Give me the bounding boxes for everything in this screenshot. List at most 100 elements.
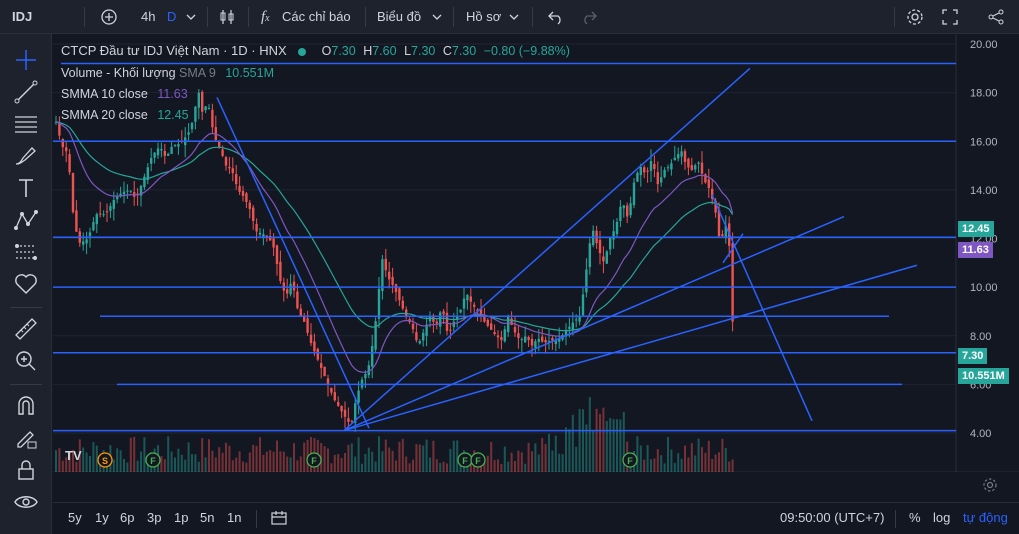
volume-bar [252, 444, 255, 472]
range-1y[interactable]: 1y [95, 503, 109, 533]
volume-bar [490, 441, 493, 472]
candle-body [551, 337, 554, 341]
candle-body [160, 148, 163, 151]
candle-body [544, 339, 547, 343]
range-1d[interactable]: 1n [227, 503, 241, 533]
volume-bar [551, 450, 554, 472]
volume-bar [656, 449, 659, 472]
zoom-in-icon[interactable] [12, 347, 40, 375]
eye-icon[interactable] [12, 488, 40, 516]
smma20-value: 12.45 [157, 108, 189, 122]
candle-body [65, 147, 68, 152]
volume-bar [439, 462, 442, 472]
brush-icon[interactable] [12, 142, 40, 170]
candle-body [75, 210, 78, 232]
candle-body [275, 245, 279, 265]
settings-gear-icon[interactable] [982, 477, 998, 493]
text-icon[interactable] [12, 174, 40, 202]
log-toggle[interactable]: log [933, 503, 950, 533]
candle-body [571, 322, 574, 330]
indicators-button[interactable]: Các chỉ báo [282, 0, 351, 34]
share-icon[interactable] [987, 8, 1005, 26]
trend-line-icon[interactable] [12, 78, 40, 106]
settings-gear-icon[interactable] [906, 8, 924, 26]
candle-body [190, 122, 194, 130]
chevron-down-icon[interactable] [509, 12, 519, 22]
pattern-icon[interactable] [12, 206, 40, 234]
volume-bar [116, 448, 119, 472]
fx-icon[interactable]: fx [261, 0, 270, 34]
legend-change: −0.80 (−9.88%) [483, 44, 570, 58]
redo-icon[interactable] [580, 9, 598, 25]
y-tick-label: 16.00 [970, 136, 998, 148]
candle-body [466, 294, 469, 301]
lock-icon[interactable] [12, 456, 40, 484]
clock-time[interactable]: 09:50:00 (UTC+7) [780, 503, 884, 533]
volume-bar [191, 454, 193, 472]
candle-body [605, 251, 608, 264]
candle-body [697, 162, 700, 164]
smma10-label: SMMA 10 close [61, 87, 148, 101]
magnet-icon[interactable] [12, 392, 40, 420]
chevron-down-icon[interactable] [186, 12, 196, 22]
candle-body [411, 323, 415, 330]
candle-body [537, 338, 540, 342]
candle-body [510, 318, 513, 326]
volume-bar [612, 419, 615, 472]
volume-bar [242, 461, 244, 472]
candles-icon[interactable] [218, 8, 236, 26]
candle-body [150, 158, 153, 164]
price-chart[interactable]: 20.0018.0016.0014.0012.0010.008.006.004.… [53, 34, 1019, 472]
range-3m[interactable]: 3p [147, 503, 161, 533]
candle-body [700, 162, 704, 174]
fullscreen-icon[interactable] [942, 9, 958, 25]
volume-bar [323, 446, 326, 472]
volume-bar [197, 461, 200, 472]
fib-retracement-icon[interactable] [12, 110, 40, 138]
forecast-icon[interactable] [12, 238, 40, 266]
volume-bar [167, 436, 170, 472]
candle-body [313, 341, 316, 352]
volume-bar [456, 440, 459, 472]
volume-bar [204, 457, 207, 472]
volume-bar [442, 461, 445, 472]
percent-toggle[interactable]: % [909, 503, 921, 533]
range-1m[interactable]: 1p [174, 503, 188, 533]
volume-bar [55, 450, 57, 472]
volume-bar [123, 459, 125, 472]
range-6m[interactable]: 6p [120, 503, 134, 533]
ruler-icon[interactable] [12, 315, 40, 343]
volume-bar [398, 441, 401, 472]
pencil-lock-icon[interactable] [12, 424, 40, 452]
profile-button[interactable]: Hồ sơ [466, 0, 501, 34]
symbol-label[interactable]: IDJ [12, 0, 32, 34]
volume-bar [694, 455, 697, 472]
volume-bar [374, 461, 377, 472]
chart-menu-button[interactable]: Biểu đồ [377, 0, 421, 34]
auto-scale-toggle[interactable]: tự động [963, 503, 1008, 533]
volume-bar [136, 460, 139, 472]
interval-d[interactable]: D [167, 0, 176, 34]
heart-icon[interactable] [12, 270, 40, 298]
range-5d[interactable]: 5n [200, 503, 214, 533]
add-symbol-icon[interactable] [100, 8, 118, 26]
volume-bar [697, 438, 700, 472]
tradingview-logo: TV [65, 448, 82, 463]
undo-icon[interactable] [547, 9, 565, 25]
candle-body [326, 378, 330, 385]
calendar-range-icon[interactable] [270, 510, 288, 526]
volume-bar [333, 454, 336, 472]
candle-body [527, 336, 530, 340]
range-5y[interactable]: 5y [68, 503, 82, 533]
interval-4h[interactable]: 4h [141, 0, 155, 34]
volume-bar [327, 448, 329, 472]
volume-bar [235, 457, 238, 472]
divider [895, 510, 896, 528]
candle-body [255, 223, 258, 232]
volume-bar [684, 445, 686, 472]
candle-body [129, 191, 132, 193]
chart-pane[interactable]: 20.00 18.00 16.00 14.00 12.00 10.00 8.00 6.00 4.… [53, 34, 1019, 472]
chevron-down-icon[interactable] [432, 12, 442, 22]
candle-body [418, 341, 421, 344]
crosshair-icon[interactable] [12, 46, 40, 74]
